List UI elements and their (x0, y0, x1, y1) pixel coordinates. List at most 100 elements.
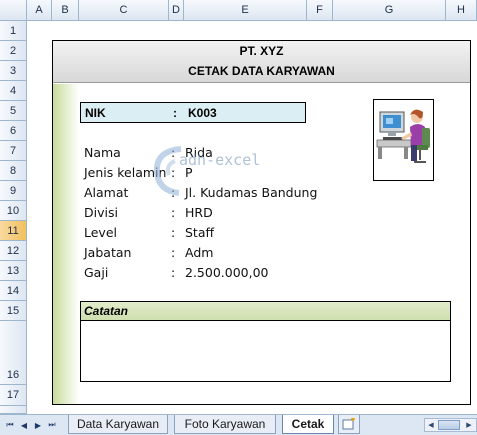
column-header-a[interactable]: A (27, 0, 52, 21)
row-label: 12 (6, 244, 20, 257)
first-sheet-button[interactable]: ⏮ (4, 419, 16, 431)
tab-data-karyawan[interactable]: Data Karyawan (68, 415, 168, 434)
row-header[interactable]: 1 (0, 21, 27, 41)
row-header-partial[interactable] (0, 406, 27, 414)
nik-label: NIK (85, 106, 106, 120)
decorative-gradient-strip (53, 84, 79, 404)
column-header-b[interactable]: B (52, 0, 79, 21)
row-header-active[interactable]: 11 (0, 221, 27, 241)
field-value-nama[interactable]: Rida (185, 145, 213, 160)
field-label-divisi: Divisi (84, 205, 118, 220)
column-label: E (241, 4, 249, 16)
row-label: 7 (9, 144, 17, 157)
scroll-thumb[interactable] (438, 420, 460, 430)
column-header-c[interactable]: C (79, 0, 169, 21)
column-header-d[interactable]: D (169, 0, 184, 21)
form-title: CETAK DATA KARYAWAN (188, 64, 335, 78)
row-label: 2 (9, 44, 17, 57)
column-label: F (316, 4, 323, 16)
column-label: B (61, 4, 69, 16)
row-header[interactable]: 10 (0, 201, 27, 221)
catatan-header: Catatan (81, 302, 450, 321)
row-header[interactable]: 6 (0, 121, 27, 141)
next-sheet-button[interactable]: ▶ (32, 419, 44, 431)
row-header[interactable]: 14 (0, 281, 27, 301)
field-value-jabatan[interactable]: Adm (185, 245, 213, 260)
row-header[interactable]: 5 (0, 101, 27, 121)
column-label: D (172, 4, 180, 16)
field-value-alamat[interactable]: Jl. Kudamas Bandung (185, 185, 317, 200)
print-form-frame: PT. XYZ CETAK DATA KARYAWAN NIK : K003 N… (52, 40, 471, 405)
row-label: 8 (9, 164, 17, 177)
nik-colon: : (173, 106, 177, 120)
horizontal-scrollbar[interactable]: ◀ ▶ (424, 418, 477, 432)
field-value-jenis-kelamin[interactable]: P (185, 165, 193, 180)
column-label: H (457, 4, 465, 16)
catatan-box[interactable]: Catatan (80, 301, 451, 382)
field-colon: : (171, 225, 176, 240)
row-label: 10 (6, 204, 20, 217)
field-colon: : (171, 145, 176, 160)
tab-cetak[interactable]: Cetak (282, 415, 334, 434)
new-sheet-icon (342, 418, 355, 430)
catatan-label: Catatan (84, 304, 129, 318)
row-label: 15 (6, 304, 20, 317)
row-header[interactable]: 7 (0, 141, 27, 161)
company-name: PT. XYZ (239, 44, 284, 58)
person-at-computer-icon (376, 109, 430, 163)
prev-sheet-button[interactable]: ◀ (18, 419, 30, 431)
select-all-corner[interactable] (0, 0, 27, 21)
column-header-f[interactable]: F (307, 0, 333, 21)
tab-label: Cetak (291, 417, 325, 431)
row-label: 4 (9, 84, 17, 97)
employee-photo[interactable] (373, 99, 434, 181)
field-colon: : (171, 205, 176, 220)
field-value-divisi[interactable]: HRD (185, 205, 213, 220)
field-label-nama: Nama (84, 145, 121, 160)
row-label: 1 (9, 24, 17, 37)
field-value-level[interactable]: Staff (185, 225, 214, 240)
row-label: 16 (6, 369, 20, 381)
field-label-alamat: Alamat (84, 185, 129, 200)
row-label: 3 (9, 64, 17, 77)
column-header-e[interactable]: E (184, 0, 307, 21)
field-label-jabatan: Jabatan (84, 245, 132, 260)
row-label: 9 (9, 184, 17, 197)
row-header[interactable]: 17 (0, 385, 27, 406)
row-label: 17 (6, 389, 20, 401)
last-sheet-button[interactable]: ⏭ (46, 419, 58, 431)
field-colon: : (171, 165, 176, 180)
sheet-tab-bar: ⏮ ◀ ▶ ⏭ Data Karyawan Foto Karyawan Ceta… (0, 414, 477, 435)
row-label: 5 (9, 104, 17, 117)
column-label: G (384, 4, 394, 16)
row-label: 6 (9, 124, 17, 137)
row-header[interactable]: 2 (0, 41, 27, 61)
insert-sheet-button[interactable] (338, 415, 360, 434)
field-colon: : (171, 265, 176, 280)
row-label: 14 (6, 284, 20, 297)
row-header[interactable]: 12 (0, 241, 27, 261)
nik-box[interactable]: NIK : K003 (80, 102, 306, 123)
field-colon: : (171, 245, 176, 260)
field-value-gaji[interactable]: 2.500.000,00 (185, 265, 269, 280)
scroll-left-button[interactable]: ◀ (426, 420, 436, 430)
tab-foto-karyawan[interactable]: Foto Karyawan (174, 415, 276, 434)
row-header[interactable]: 13 (0, 261, 27, 281)
column-header-h[interactable]: H (446, 0, 477, 21)
title-band: PT. XYZ CETAK DATA KARYAWAN (53, 41, 470, 83)
row-header[interactable]: 9 (0, 181, 27, 201)
row-header[interactable]: 3 (0, 61, 27, 81)
row-label: 13 (6, 264, 20, 277)
column-label: C (119, 4, 128, 16)
row-header[interactable]: 8 (0, 161, 27, 181)
row-header[interactable]: 4 (0, 81, 27, 101)
field-label-level: Level (84, 225, 117, 240)
column-header-g[interactable]: G (333, 0, 446, 21)
row-header[interactable]: 15 (0, 301, 27, 321)
nik-value: K003 (188, 106, 217, 120)
field-colon: : (171, 185, 176, 200)
row-header[interactable]: 16 (0, 321, 27, 385)
row-label: 11 (7, 224, 19, 237)
tab-label: Data Karyawan (76, 417, 160, 431)
scroll-right-button[interactable]: ▶ (464, 420, 474, 430)
